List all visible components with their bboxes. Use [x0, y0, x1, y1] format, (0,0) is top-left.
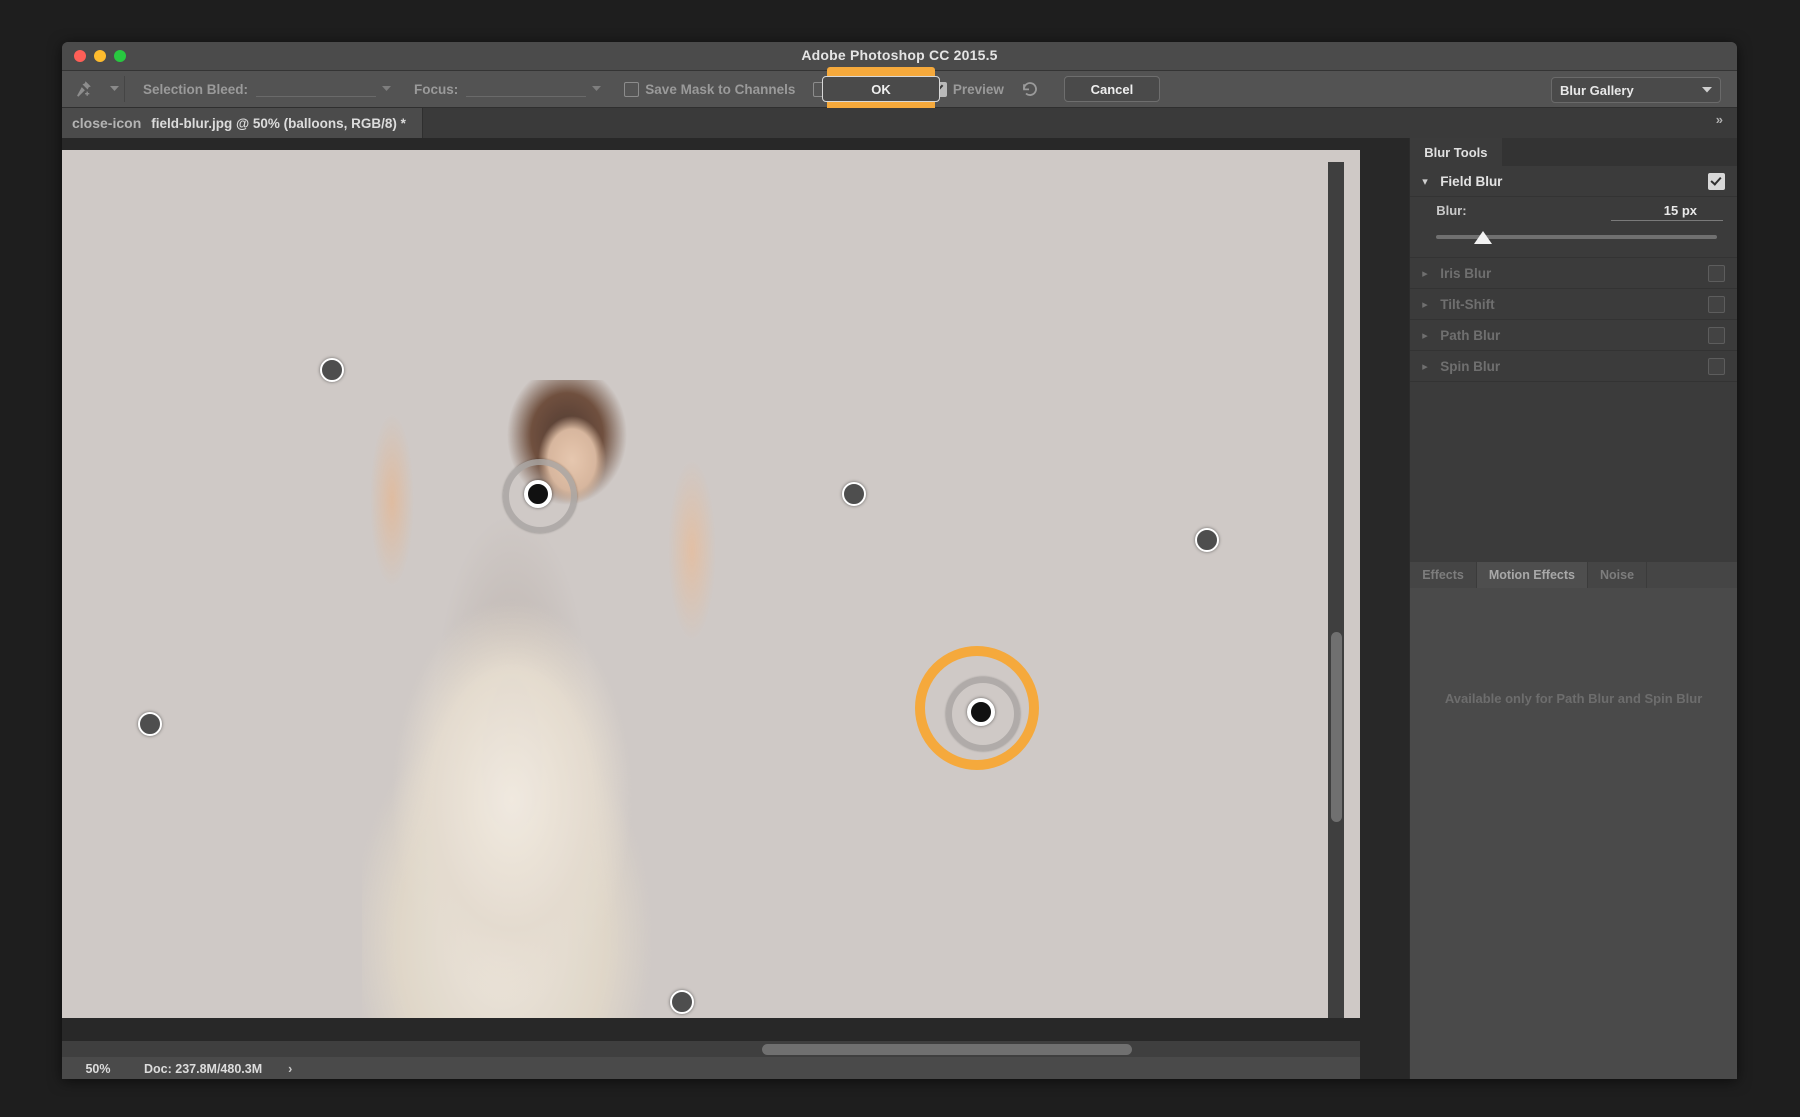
selection-bleed-input[interactable]	[256, 82, 376, 97]
image-canvas[interactable]	[62, 150, 1360, 1018]
blur-pin-hand-right[interactable]	[842, 482, 866, 506]
pin-tool-icon[interactable]	[62, 72, 104, 106]
blur-pin-selected[interactable]	[967, 698, 995, 726]
ok-button[interactable]: OK	[822, 76, 940, 102]
selection-bleed-label: Selection Bleed:	[143, 82, 248, 97]
blur-amount-label: Blur:	[1436, 203, 1466, 218]
path-blur-checkbox[interactable]	[1708, 327, 1725, 344]
preview-label: Preview	[953, 82, 1004, 97]
spin-blur-checkbox[interactable]	[1708, 358, 1725, 375]
blur-item-label: Path Blur	[1440, 328, 1708, 343]
cancel-button[interactable]: Cancel	[1064, 76, 1160, 102]
close-icon[interactable]: close-icon	[72, 116, 141, 130]
effects-tab-strip: Effects Motion Effects Noise	[1410, 562, 1737, 588]
blur-item-field-blur[interactable]: ▾ Field Blur	[1410, 166, 1737, 197]
field-blur-body: Blur: 15 px	[1410, 197, 1737, 257]
chevron-right-icon[interactable]: ▸	[1422, 298, 1440, 311]
tilt-shift-checkbox[interactable]	[1708, 296, 1725, 313]
photoshop-window: Adobe Photoshop CC 2015.5 Selection Blee…	[62, 42, 1737, 1079]
blur-item-tilt-shift[interactable]: ▸ Tilt-Shift	[1410, 289, 1737, 320]
blur-amount-value[interactable]: 15 px	[1611, 203, 1723, 221]
blur-pin-balloon-left[interactable]	[138, 712, 162, 736]
panel-expand-icon[interactable]: »	[1716, 112, 1723, 127]
app-title: Adobe Photoshop CC 2015.5	[62, 47, 1737, 63]
blur-item-spin-blur[interactable]: ▸ Spin Blur	[1410, 351, 1737, 382]
save-mask-to-channels-label: Save Mask to Channels	[645, 82, 795, 97]
save-mask-to-channels-checkbox[interactable]: Save Mask to Channels	[624, 82, 795, 97]
tab-noise[interactable]: Noise	[1588, 562, 1647, 588]
scrollbar-thumb[interactable]	[1331, 632, 1342, 822]
chevron-right-icon[interactable]: ▸	[1422, 360, 1440, 373]
blur-item-path-blur[interactable]: ▸ Path Blur	[1410, 320, 1737, 351]
canvas-area: 50% Doc: 237.8M/480.3M ›	[62, 138, 1409, 1079]
blur-item-iris-blur[interactable]: ▸ Iris Blur	[1410, 258, 1737, 289]
tab-effects[interactable]: Effects	[1410, 562, 1477, 588]
blur-pin-face[interactable]	[524, 480, 552, 508]
chevron-right-icon[interactable]: ▸	[1422, 267, 1440, 280]
workspace-select[interactable]: Blur Gallery	[1551, 77, 1721, 103]
focus-input[interactable]	[466, 82, 586, 97]
effects-panel-body: Available only for Path Blur and Spin Bl…	[1410, 588, 1737, 1079]
selection-bleed-chevron-down-icon[interactable]	[376, 86, 396, 92]
zoom-level[interactable]: 50%	[62, 1062, 134, 1076]
ok-button-highlight: OK	[827, 67, 935, 111]
preview-checkbox[interactable]: Preview	[932, 82, 1004, 97]
effects-unavailable-message: Available only for Path Blur and Spin Bl…	[1410, 691, 1737, 706]
blur-tools-panel: Blur Tools ▾ Field Blur Blur: 15 px	[1409, 138, 1737, 1079]
focus-label: Focus:	[414, 82, 458, 97]
chevron-down-icon[interactable]: ▾	[1422, 175, 1440, 188]
blur-item-label: Tilt-Shift	[1440, 297, 1708, 312]
options-bar: Selection Bleed: Focus: Save Mask to Cha…	[62, 71, 1737, 108]
photo-figure-woman	[362, 380, 922, 1018]
blur-amount-slider[interactable]	[1436, 231, 1723, 245]
status-bar: 50% Doc: 237.8M/480.3M ›	[62, 1057, 1360, 1079]
document-tab[interactable]: close-icon field-blur.jpg @ 50% (balloon…	[62, 108, 423, 138]
tab-motion-effects[interactable]: Motion Effects	[1477, 562, 1588, 588]
blur-item-label: Iris Blur	[1440, 266, 1708, 281]
blur-pin-hand-left[interactable]	[320, 358, 344, 382]
scrollbar-thumb[interactable]	[762, 1044, 1132, 1055]
pin-tool-chevron-down-icon[interactable]	[104, 86, 124, 92]
slider-knob[interactable]	[1474, 231, 1492, 244]
canvas-vertical-scrollbar[interactable]	[1328, 162, 1344, 1018]
blur-item-label: Field Blur	[1440, 174, 1708, 189]
reset-arrow-icon[interactable]	[1018, 81, 1042, 97]
panel-tab-strip: Blur Tools	[1410, 138, 1737, 166]
document-tab-strip: close-icon field-blur.jpg @ 50% (balloon…	[62, 108, 1737, 138]
focus-chevron-down-icon[interactable]	[586, 86, 606, 92]
field-blur-checkbox[interactable]	[1708, 173, 1725, 190]
main-area: 50% Doc: 237.8M/480.3M › Blur Tools ▾ Fi…	[62, 138, 1737, 1079]
document-size-info: Doc: 237.8M/480.3M	[144, 1062, 262, 1076]
chevron-right-icon[interactable]: ▸	[1422, 329, 1440, 342]
tab-blur-tools[interactable]: Blur Tools	[1410, 138, 1501, 166]
iris-blur-checkbox[interactable]	[1708, 265, 1725, 282]
blur-pin-bottom-mid[interactable]	[670, 990, 694, 1014]
status-expand-icon[interactable]: ›	[288, 1062, 292, 1076]
chevron-down-icon	[1702, 87, 1712, 93]
toolbar-divider	[124, 76, 125, 102]
blur-item-label: Spin Blur	[1440, 359, 1708, 374]
document-tab-label: field-blur.jpg @ 50% (balloons, RGB/8) *	[151, 116, 406, 131]
checkbox-box	[624, 82, 639, 97]
blur-pin-balloon-right[interactable]	[1195, 528, 1219, 552]
workspace-select-value: Blur Gallery	[1560, 83, 1634, 98]
canvas-horizontal-scrollbar[interactable]	[62, 1041, 1360, 1057]
